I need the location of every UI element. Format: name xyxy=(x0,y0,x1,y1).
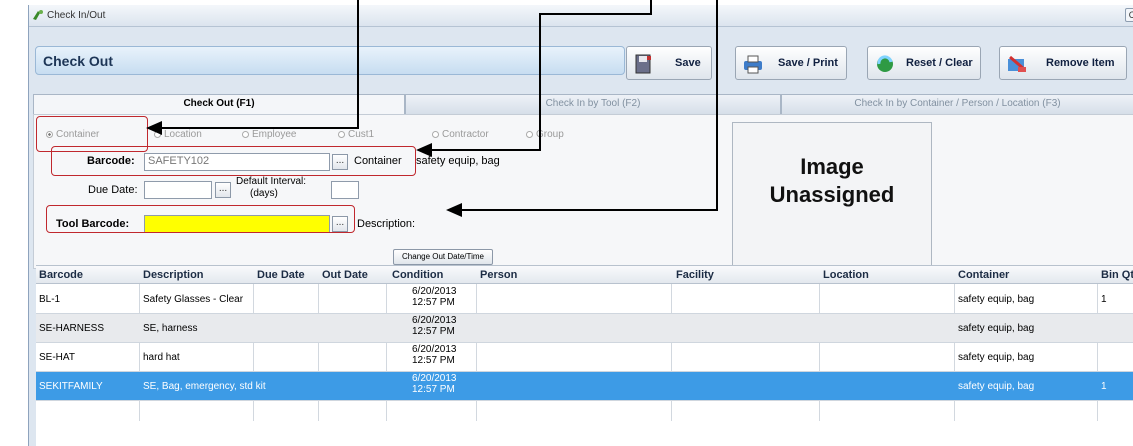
cell-description: SE, Bag, emergency, std kit xyxy=(143,381,266,392)
checkout-grid: Barcode Description Due Date Out Date Co… xyxy=(36,265,1133,446)
cell-container: safety equip, bag xyxy=(958,294,1035,305)
col-bin-qty[interactable]: Bin Qty xyxy=(1101,269,1133,281)
cell-description: SE, harness xyxy=(143,323,198,334)
cell-out1: 6/20/2013 xyxy=(412,373,457,384)
cell-out2: 12:57 PM xyxy=(412,384,455,395)
col-person[interactable]: Person xyxy=(480,269,517,281)
cell-out1: 6/20/2013 xyxy=(412,344,457,355)
table-row[interactable]: SE-HARNESS SE, harness 6/20/2013 12:57 PM sa… xyxy=(36,314,1133,343)
cell-description: Safety Glasses - Clear xyxy=(143,294,244,305)
cell-container: safety equip, bag xyxy=(958,381,1035,392)
cell-container: safety equip, bag xyxy=(958,352,1035,363)
col-condition[interactable]: Condition xyxy=(392,269,443,281)
cell-out2: 12:57 PM xyxy=(412,297,455,308)
grid-header: Barcode Description Due Date Out Date Co… xyxy=(36,266,1133,284)
cell-qty: 1 xyxy=(1101,381,1107,392)
col-due-date[interactable]: Due Date xyxy=(257,269,305,281)
cell-description: hard hat xyxy=(143,352,180,363)
cell-barcode: SE-HAT xyxy=(39,352,75,363)
table-row[interactable]: SE-HAT hard hat 6/20/2013 12:57 PM safety eq… xyxy=(36,343,1133,372)
table-row[interactable]: BL-1 Safety Glasses - Clear 6/20/2013 12:57… xyxy=(36,285,1133,314)
cell-barcode: SEKITFAMILY xyxy=(39,381,103,392)
cell-out1: 6/20/2013 xyxy=(412,286,457,297)
col-location[interactable]: Location xyxy=(823,269,869,281)
cell-barcode: BL-1 xyxy=(39,294,61,305)
col-container[interactable]: Container xyxy=(958,269,1009,281)
cell-out1: 6/20/2013 xyxy=(412,315,457,326)
col-description[interactable]: Description xyxy=(143,269,204,281)
col-facility[interactable]: Facility xyxy=(676,269,714,281)
cell-out2: 12:57 PM xyxy=(412,326,455,337)
cell-out2: 12:57 PM xyxy=(412,355,455,366)
cell-barcode: SE-HARNESS xyxy=(39,323,105,334)
col-out-date[interactable]: Out Date xyxy=(322,269,368,281)
cell-qty: 1 xyxy=(1101,294,1107,305)
table-row[interactable]: SEKITFAMILY SE, Bag, emergency, std kit 6/… xyxy=(36,372,1133,401)
cell-container: safety equip, bag xyxy=(958,323,1035,334)
col-barcode[interactable]: Barcode xyxy=(39,269,83,281)
